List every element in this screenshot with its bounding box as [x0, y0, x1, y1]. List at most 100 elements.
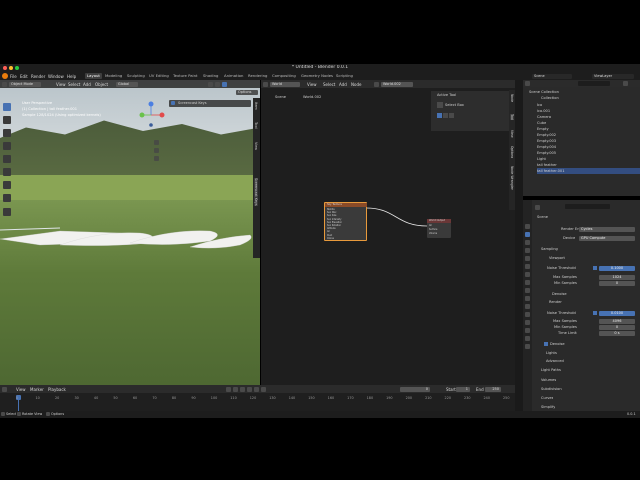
viewport-noise-threshold-field[interactable]: 0.1000 — [599, 266, 635, 271]
node-menu-select[interactable]: Select — [323, 82, 335, 87]
tool-tab-icon[interactable] — [525, 224, 530, 229]
measure-tool-icon[interactable] — [3, 194, 11, 202]
prev-keyframe-icon[interactable] — [233, 386, 238, 392]
node-editor-type-icon[interactable] — [263, 81, 268, 87]
node-menu-view[interactable]: View — [307, 82, 317, 87]
light-paths-panel[interactable]: Light Paths — [541, 367, 561, 373]
render-max-samples-field[interactable]: 4096 — [599, 318, 635, 324]
render-subpanel-header[interactable]: Render — [549, 299, 562, 305]
outliner-type-icon[interactable] — [525, 81, 530, 86]
sampling-panel-header[interactable]: Sampling — [541, 246, 558, 252]
workspace-tab-uv-editing[interactable]: UV Editing — [147, 73, 171, 79]
camera-view-icon[interactable] — [154, 156, 159, 161]
checkbox-icon[interactable] — [171, 101, 175, 105]
view-layer-tab-icon[interactable] — [525, 248, 530, 253]
menu-render[interactable]: Render — [31, 74, 45, 79]
workspace-tab-sculpting[interactable]: Sculpting — [125, 73, 147, 79]
viewport-max-samples-field[interactable]: 1024 — [599, 274, 635, 280]
device-dropdown[interactable]: GPU Compute — [579, 235, 635, 241]
shader-fx-tab-icon[interactable] — [525, 344, 530, 349]
render-noise-threshold-field[interactable]: 0.0100 — [599, 311, 635, 316]
current-frame-field[interactable]: 0 — [400, 386, 430, 392]
viewport-options-button[interactable]: Options — [236, 90, 258, 95]
scene-selector[interactable]: Scene — [532, 73, 572, 79]
menu-edit[interactable]: Edit — [20, 74, 28, 79]
viewport-menu-select[interactable]: Select — [68, 82, 80, 87]
overlay-icon[interactable] — [208, 81, 213, 87]
render-denoise-checkbox[interactable] — [544, 342, 548, 346]
output-tab-icon[interactable] — [525, 240, 530, 245]
blender-logo-icon[interactable] — [2, 73, 8, 79]
tab-item[interactable]: Item — [254, 102, 258, 110]
lights-subpanel[interactable]: Lights — [546, 350, 557, 356]
feather-meshes[interactable] — [0, 225, 260, 255]
curves-panel[interactable]: Curves — [541, 395, 553, 401]
tab-node-options[interactable]: Options — [510, 146, 514, 158]
jump-start-icon[interactable] — [226, 386, 231, 392]
subdivision-panel[interactable]: Subdivision — [541, 386, 562, 392]
mode-selector[interactable]: Object Mode — [9, 81, 41, 87]
move-tool-icon[interactable] — [3, 129, 11, 137]
simplify-panel[interactable]: Simplify — [541, 404, 555, 410]
annotate-tool-icon[interactable] — [3, 181, 11, 189]
render-noise-checkbox[interactable] — [593, 311, 597, 315]
view-layer-selector[interactable]: ViewLayer — [592, 73, 634, 79]
editor-type-icon[interactable] — [2, 81, 7, 87]
volumes-panel[interactable]: Volumes — [541, 377, 556, 383]
breadcrumb-scene[interactable]: Scene — [275, 95, 286, 99]
outliner[interactable]: Scene Collection Collection Ico ico.001 … — [523, 80, 640, 196]
advanced-subpanel[interactable]: Advanced — [546, 358, 564, 364]
mode-subtract-icon[interactable] — [449, 113, 454, 118]
world-output-node[interactable]: World Output All Surface Volume — [427, 219, 451, 238]
tab-node[interactable]: Node — [510, 94, 514, 102]
sky-texture-node[interactable]: Sky Texture Nishita Sun Disc Sun Size Su… — [324, 202, 367, 241]
properties-type-icon[interactable] — [535, 205, 540, 210]
collection-row[interactable]: Collection — [533, 95, 640, 101]
play-icon[interactable] — [247, 386, 252, 392]
select-box-icon[interactable] — [437, 102, 443, 108]
sky-node-params[interactable]: Nishita Sun Disc Sun Size Sun Intensity … — [327, 208, 365, 241]
particles-tab-icon[interactable] — [525, 296, 530, 301]
rotate-tool-icon[interactable] — [3, 142, 11, 150]
menu-window[interactable]: Window — [48, 74, 64, 79]
select-tool-icon[interactable] — [3, 103, 11, 111]
workspace-tab-shading[interactable]: Shading — [201, 73, 220, 79]
viewport-menu-view[interactable]: View — [56, 82, 66, 87]
workspace-tab-scripting[interactable]: Scripting — [334, 73, 355, 79]
timeline-menu-marker[interactable]: Marker — [30, 387, 44, 392]
jump-end-icon[interactable] — [261, 386, 266, 392]
render-min-samples-field[interactable]: 0 — [599, 324, 635, 330]
tab-tool[interactable]: Tool — [254, 122, 258, 129]
scale-tool-icon[interactable] — [3, 155, 11, 163]
transform-tool-icon[interactable] — [3, 168, 11, 176]
viewport-noise-checkbox[interactable] — [593, 266, 597, 270]
data-tab-icon[interactable] — [525, 320, 530, 325]
output-node-header[interactable]: World Output — [427, 219, 451, 223]
time-limit-field[interactable]: 0 s — [599, 330, 635, 336]
shading-rendered-icon[interactable] — [222, 81, 227, 87]
texture-tab-icon[interactable] — [525, 336, 530, 341]
workspace-tab-rendering[interactable]: Rendering — [246, 73, 269, 79]
output-node-sockets[interactable]: All Surface Volume — [429, 224, 449, 236]
menu-file[interactable]: File — [10, 74, 17, 79]
render-denoise-subpanel[interactable]: Denoise — [550, 341, 565, 347]
properties-search-input[interactable] — [565, 204, 610, 209]
constraints-tab-icon[interactable] — [525, 312, 530, 317]
tab-screencast-keys[interactable]: Screencast Keys — [254, 178, 258, 206]
filter-icon[interactable] — [623, 81, 628, 86]
shader-type-selector[interactable]: World — [270, 81, 300, 87]
render-tab-icon[interactable] — [525, 232, 530, 237]
viewport-denoise-subpanel[interactable]: Denoise — [552, 291, 567, 297]
3d-viewport[interactable]: Object Mode View Select Add Object Globa… — [0, 80, 260, 385]
viewport-menu-add[interactable]: Add — [83, 82, 91, 87]
end-frame-field[interactable]: 250 — [485, 386, 501, 392]
workspace-tab-modeling[interactable]: Modeling — [103, 73, 124, 79]
collection-tab-icon[interactable] — [525, 272, 530, 277]
workspace-tab-animation[interactable]: Animation — [222, 73, 245, 79]
timeline-menu-playback[interactable]: Playback — [48, 387, 66, 392]
tab-node-view[interactable]: View — [510, 130, 514, 138]
workspace-tab-layout[interactable]: Layout — [85, 73, 102, 79]
tab-view[interactable]: View — [254, 142, 258, 150]
workspace-tab-compositing[interactable]: Compositing — [270, 73, 298, 79]
tab-node-tool[interactable]: Tool — [510, 114, 514, 121]
